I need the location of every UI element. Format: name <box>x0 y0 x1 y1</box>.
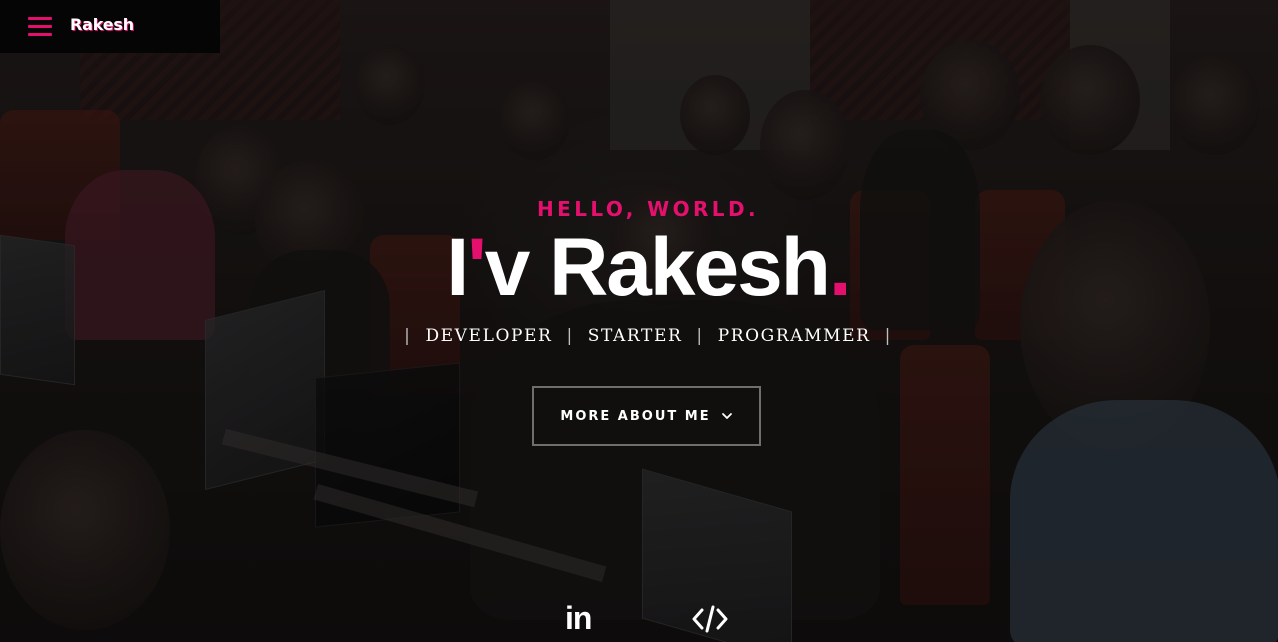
role-item: DEVELOPER <box>425 326 553 346</box>
chevron-down-icon <box>721 413 732 419</box>
role-separator: | <box>566 326 574 346</box>
social-links: in <box>0 600 1278 636</box>
more-about-me-button[interactable]: MORE ABOUT ME <box>532 386 761 446</box>
hero-headline: I'v Rakesh. <box>0 220 1278 316</box>
headline-apostrophe: ' <box>467 222 486 313</box>
brand-logo[interactable]: Rakesh <box>70 15 134 34</box>
role-item: STARTER <box>587 326 683 346</box>
role-separator: | <box>884 326 892 346</box>
hamburger-icon[interactable] <box>28 17 52 37</box>
hero-roles: | DEVELOPER | STARTER | PROGRAMMER | <box>0 326 1278 346</box>
linkedin-icon[interactable]: in <box>565 600 592 636</box>
code-icon-glyph <box>692 605 728 633</box>
linkedin-icon-text: in <box>565 600 592 636</box>
headline-prefix: I <box>446 222 469 313</box>
headline-dot: . <box>828 222 852 313</box>
hero-content: HELLO, WORLD. I'v Rakesh. | DEVELOPER | STA… <box>0 0 1278 642</box>
headline-name: v Rakesh <box>484 222 831 313</box>
hero-greeting: HELLO, WORLD. <box>537 197 759 221</box>
role-separator: | <box>404 326 412 346</box>
role-item: PROGRAMMER <box>717 326 871 346</box>
hero-section: Rakesh HELLO, WORLD. I'v Rakesh. | DEVELO… <box>0 0 1278 642</box>
code-icon[interactable] <box>692 604 728 639</box>
more-about-me-label: MORE ABOUT ME <box>560 408 711 424</box>
top-navbar: Rakesh <box>0 0 220 53</box>
role-separator: | <box>696 326 704 346</box>
